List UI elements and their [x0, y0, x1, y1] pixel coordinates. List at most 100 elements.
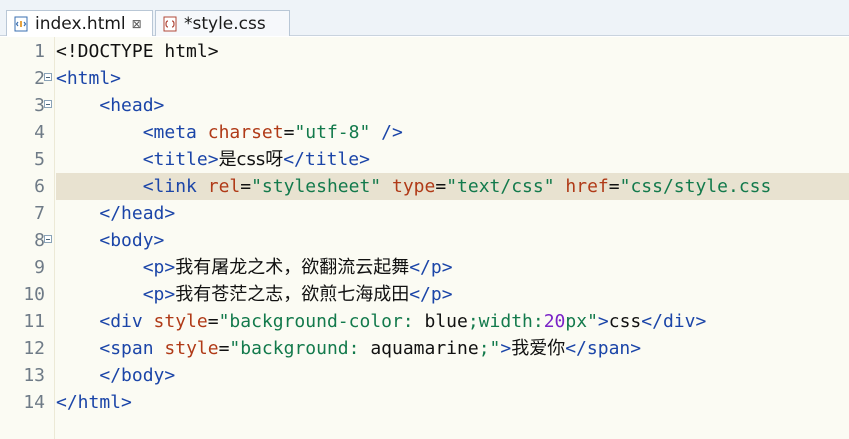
code-token-txt: 我有苍茫之志，欲煎七海成田	[175, 284, 410, 305]
fold-toggle-icon[interactable]	[44, 235, 52, 243]
line-number: 7	[34, 203, 45, 224]
code-token-tag: <meta	[142, 122, 208, 143]
code-token-txt: 我有屠龙之术，欲翻流云起舞	[175, 257, 410, 278]
code-token-tag: <p>	[142, 284, 176, 305]
line-number: 3	[34, 95, 45, 116]
code-token-tag: <body>	[99, 230, 165, 251]
line-number: 8	[34, 230, 45, 251]
code-text: </head>	[56, 200, 175, 227]
line-number: 9	[34, 257, 45, 278]
tab-label: index.html	[35, 13, 126, 34]
code-token-attr: style	[164, 338, 219, 359]
code-text: <meta charset="utf-8" />	[56, 119, 403, 146]
code-token-val: "utf-8"	[294, 122, 371, 143]
code-text: <html>	[56, 65, 121, 92]
code-token-num: 20	[543, 311, 566, 332]
code-token-tag: </div>	[641, 311, 707, 332]
code-token-tag: </head>	[99, 203, 176, 224]
code-token-txt: aquamarine	[370, 338, 479, 359]
code-token-txt: 是css呀	[218, 149, 284, 170]
code-token-val: "css/style.css	[619, 176, 772, 197]
line-number: 4	[34, 122, 45, 143]
code-token-txt: =	[283, 122, 295, 143]
close-tab-icon[interactable]: ⊠	[132, 17, 142, 31]
code-line[interactable]: 7 </head>	[0, 200, 849, 227]
code-token-val: "background:	[229, 338, 371, 359]
line-number: 12	[23, 338, 45, 359]
code-line[interactable]: 14 </html>	[0, 389, 849, 416]
code-token-txt: <!DOCTYPE html>	[56, 41, 219, 62]
code-token-txt: =	[608, 176, 620, 197]
line-number: 11	[23, 311, 45, 332]
code-line[interactable]: 10 <p>我有苍茫之志，欲煎七海成田</p>	[0, 281, 849, 308]
code-text: <body>	[56, 227, 164, 254]
code-text: </body>	[56, 362, 175, 389]
code-line[interactable]: 5 <title>是css呀</title>	[0, 146, 849, 173]
code-token-tag: <title>	[142, 149, 219, 170]
line-number: 5	[34, 149, 45, 170]
code-token-tag: <link	[142, 176, 208, 197]
code-token-val: "background-color:	[218, 311, 425, 332]
code-text: <!DOCTYPE html>	[56, 38, 219, 65]
tab-label: *style.css	[184, 13, 266, 34]
code-token-attr: rel	[207, 176, 241, 197]
code-token-val: px"	[565, 311, 598, 332]
code-token-tag: >	[500, 338, 512, 359]
code-line[interactable]: 2 <html>	[0, 65, 849, 92]
code-line[interactable]: 8 <body>	[0, 227, 849, 254]
code-token-txt: =	[240, 176, 252, 197]
code-token-attr: charset	[207, 122, 284, 143]
code-line[interactable]: 11 <div style="background-color: blue;wi…	[0, 308, 849, 335]
fold-toggle-icon[interactable]	[44, 73, 52, 81]
code-text: <head>	[56, 92, 164, 119]
code-token-txt: =	[218, 338, 230, 359]
code-token-attr: style	[153, 311, 208, 332]
line-number: 13	[23, 365, 45, 386]
code-token-txt: 我爱你	[511, 338, 566, 359]
code-line[interactable]: 3 <head>	[0, 92, 849, 119]
code-token-tag: >	[597, 311, 609, 332]
code-text: <p>我有苍茫之志，欲煎七海成田</p>	[56, 281, 453, 308]
html-file-icon	[14, 16, 28, 31]
line-number: 14	[23, 392, 45, 413]
tab-index-html[interactable]: index.html ⊠	[6, 10, 153, 36]
code-token-txt: css	[608, 311, 642, 332]
code-line[interactable]: 4 <meta charset="utf-8" />	[0, 119, 849, 146]
code-line[interactable]: 9 <p>我有屠龙之术，欲翻流云起舞</p>	[0, 254, 849, 281]
code-token-tag: />	[370, 122, 403, 143]
tab-style-css[interactable]: *style.css	[155, 10, 290, 36]
fold-toggle-icon[interactable]	[44, 100, 52, 108]
code-token-tag: <head>	[99, 95, 165, 116]
line-number: 2	[34, 68, 45, 89]
code-line[interactable]: 13 </body>	[0, 362, 849, 389]
code-line[interactable]: 12 <span style="background: aquamarine;"…	[0, 335, 849, 362]
code-line[interactable]: 6 <link rel="stylesheet" type="text/css"…	[0, 173, 849, 200]
code-token-tag: </p>	[409, 257, 453, 278]
code-editor[interactable]: 1 <!DOCTYPE html> 2 <html> 3 <head> 4 <meta c…	[0, 37, 849, 439]
code-token-tag: </body>	[99, 365, 176, 386]
code-token-val: "text/css"	[446, 176, 555, 197]
code-token-tag: </title>	[283, 149, 370, 170]
code-text: <div style="background-color: blue;width…	[56, 308, 706, 335]
code-token-tag: </span>	[565, 338, 642, 359]
code-line[interactable]: 1 <!DOCTYPE html>	[0, 38, 849, 65]
code-token-txt: =	[435, 176, 447, 197]
code-token-tag: <div	[99, 311, 154, 332]
code-token-tag: </html>	[56, 392, 132, 413]
code-token-tag: <html>	[56, 68, 122, 89]
code-token-txt: =	[207, 311, 219, 332]
css-file-icon	[163, 16, 177, 31]
line-number: 1	[34, 41, 45, 62]
